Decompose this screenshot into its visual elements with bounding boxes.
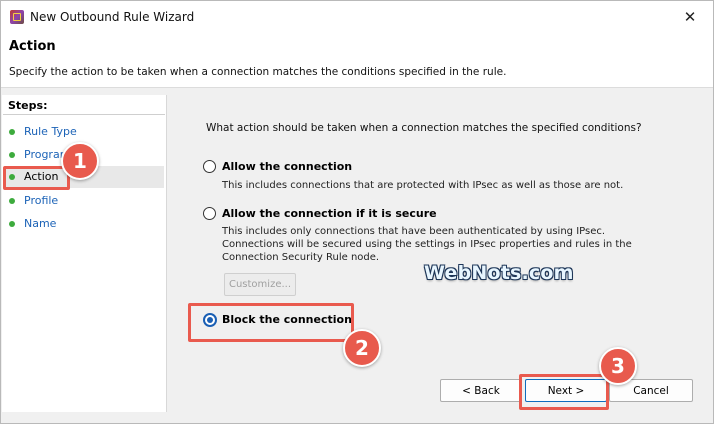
page-description: Specify the action to be taken when a co…	[9, 66, 507, 78]
allow-connection-radio[interactable]	[203, 160, 216, 173]
step-badge-1: 1	[61, 142, 99, 180]
wizard-window: New Outbound Rule Wizard ✕ Action Specif…	[0, 0, 714, 424]
allow-connection-description: This includes connections that are prote…	[222, 180, 624, 191]
step-status-dot-icon	[9, 221, 15, 227]
webnots-watermark: WebNots.com	[424, 262, 574, 284]
page-title: Action	[9, 39, 56, 54]
step-status-dot-icon	[9, 152, 15, 158]
step-label: Rule Type	[24, 125, 77, 138]
step-item-name[interactable]: Name	[4, 213, 164, 235]
step-badge-2: 2	[343, 329, 381, 367]
step-item-profile[interactable]: Profile	[4, 190, 164, 212]
block-option-highlight	[188, 303, 354, 342]
close-button[interactable]: ✕	[667, 1, 713, 33]
allow-secure-radio[interactable]	[203, 207, 216, 220]
firewall-app-icon	[10, 10, 24, 24]
window-title: New Outbound Rule Wizard	[30, 10, 195, 24]
step-label: Name	[24, 217, 57, 230]
page-header: Action Specify the action to be taken wh…	[1, 33, 713, 88]
next-button-highlight	[519, 374, 609, 410]
action-question: What action should be taken when a conne…	[206, 122, 642, 134]
allow-connection-label[interactable]: Allow the connection	[222, 160, 352, 173]
step-item-rule-type[interactable]: Rule Type	[4, 121, 164, 143]
customize-button[interactable]: Customize...	[224, 273, 296, 296]
step-label: Profile	[24, 194, 59, 207]
step-badge-3: 3	[599, 347, 637, 385]
step-status-dot-icon	[9, 129, 15, 135]
allow-secure-label[interactable]: Allow the connection if it is secure	[222, 207, 437, 220]
allow-secure-description: This includes only connections that have…	[222, 226, 632, 263]
steps-heading: Steps:	[8, 99, 48, 112]
steps-divider	[3, 114, 165, 115]
step-status-dot-icon	[9, 198, 15, 204]
title-bar: New Outbound Rule Wizard ✕	[1, 1, 713, 33]
action-step-highlight	[3, 166, 70, 190]
back-button[interactable]: < Back	[440, 379, 522, 402]
